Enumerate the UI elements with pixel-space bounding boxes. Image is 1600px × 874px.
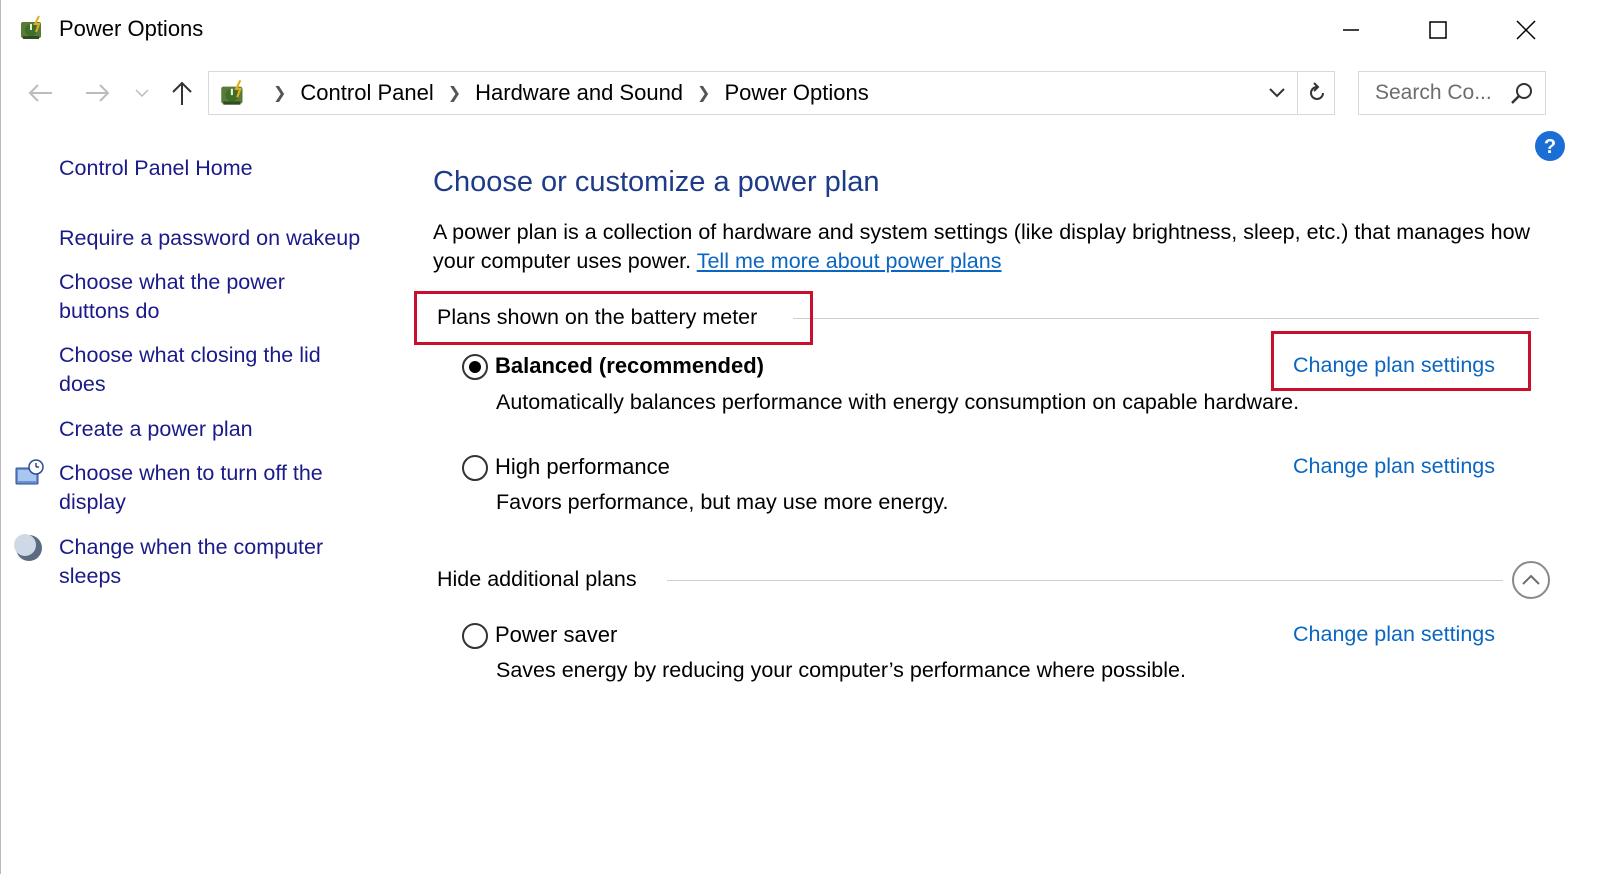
page-title: Choose or customize a power plan: [433, 166, 880, 198]
svg-text:?: ?: [1544, 136, 1556, 158]
display-clock-icon: [14, 458, 44, 488]
moon-icon: [14, 533, 44, 563]
highlight-box: [414, 291, 813, 345]
power-saver-radio[interactable]: [462, 623, 488, 649]
chevron-up-icon: [1522, 574, 1540, 585]
sidebar-item-computer-sleeps[interactable]: Change when the computer sleeps: [59, 533, 359, 591]
maximize-icon: [1429, 21, 1447, 39]
window-title: Power Options: [59, 16, 204, 41]
breadcrumb-power-options[interactable]: Power Options: [724, 80, 868, 106]
forward-button[interactable]: [81, 76, 115, 110]
refresh-icon: [1309, 82, 1324, 100]
sidebar-item-require-password[interactable]: Require a password on wakeup: [59, 224, 379, 253]
learn-more-link[interactable]: Tell me more about power plans: [697, 249, 1002, 273]
title-bar: Power Options: [1, 0, 1600, 60]
group-divider: [667, 580, 1503, 581]
power-options-window: Power Options ❯ Control Panel ❯ Hardware…: [0, 0, 1600, 874]
group-divider: [793, 318, 1539, 319]
address-dropdown-button[interactable]: [1259, 72, 1295, 114]
power-saver-plan-description: Saves energy by reducing your computer’s…: [496, 658, 1186, 682]
chevron-down-icon: [135, 89, 149, 98]
sidebar-item-control-panel-home[interactable]: Control Panel Home: [59, 154, 379, 183]
minimize-icon: [1343, 29, 1359, 31]
close-button[interactable]: [1501, 8, 1551, 52]
up-arrow-icon: [172, 81, 192, 105]
balanced-plan-name[interactable]: Balanced (recommended): [495, 353, 764, 379]
recent-locations-button[interactable]: [131, 76, 153, 110]
maximize-button[interactable]: [1413, 8, 1463, 52]
search-input[interactable]: [1359, 72, 1509, 114]
refresh-button[interactable]: [1297, 72, 1335, 114]
balanced-radio[interactable]: [462, 354, 488, 380]
back-button[interactable]: [23, 76, 57, 110]
power-options-icon: [217, 76, 251, 110]
close-icon: [1516, 20, 1536, 40]
power-saver-plan-name[interactable]: Power saver: [495, 622, 617, 648]
forward-arrow-icon: [86, 84, 110, 102]
sidebar-item-turn-off-display[interactable]: Choose when to turn off the display: [59, 459, 359, 517]
minimize-button[interactable]: [1326, 8, 1376, 52]
highlight-box: [1271, 331, 1531, 391]
power-options-icon: [17, 12, 49, 44]
balanced-plan-description: Automatically balances performance with …: [496, 390, 1300, 414]
breadcrumb: ❯ Control Panel ❯ Hardware and Sound ❯ P…: [259, 72, 869, 114]
high-performance-plan-description: Favors performance, but may use more ene…: [496, 490, 949, 514]
page-description: A power plan is a collection of hardware…: [433, 218, 1573, 276]
breadcrumb-separator-icon[interactable]: ❯: [697, 83, 710, 103]
sidebar-item-power-buttons[interactable]: Choose what the power buttons do: [59, 268, 339, 326]
sidebar-item-create-power-plan[interactable]: Create a power plan: [59, 415, 379, 444]
search-icon[interactable]: [1509, 80, 1535, 106]
address-bar[interactable]: ❯ Control Panel ❯ Hardware and Sound ❯ P…: [208, 71, 1335, 115]
help-button[interactable]: ?: [1534, 130, 1566, 162]
high-performance-change-plan-settings-link[interactable]: Change plan settings: [1293, 454, 1495, 479]
breadcrumb-hardware-and-sound[interactable]: Hardware and Sound: [475, 80, 683, 106]
chevron-down-icon: [1269, 88, 1285, 98]
up-button[interactable]: [165, 76, 199, 110]
search-box: [1358, 71, 1546, 115]
additional-plans-group-label: Hide additional plans: [437, 567, 637, 591]
power-saver-change-plan-settings-link[interactable]: Change plan settings: [1293, 622, 1495, 647]
sidebar-item-closing-lid[interactable]: Choose what closing the lid does: [59, 341, 359, 399]
high-performance-radio[interactable]: [462, 455, 488, 481]
high-performance-plan-name[interactable]: High performance: [495, 454, 670, 480]
breadcrumb-separator-icon[interactable]: ❯: [273, 83, 286, 103]
breadcrumb-control-panel[interactable]: Control Panel: [300, 80, 433, 106]
breadcrumb-separator-icon[interactable]: ❯: [448, 83, 461, 103]
back-arrow-icon: [28, 84, 52, 102]
help-icon: ?: [1535, 131, 1565, 161]
collapse-additional-plans-button[interactable]: [1512, 561, 1550, 599]
